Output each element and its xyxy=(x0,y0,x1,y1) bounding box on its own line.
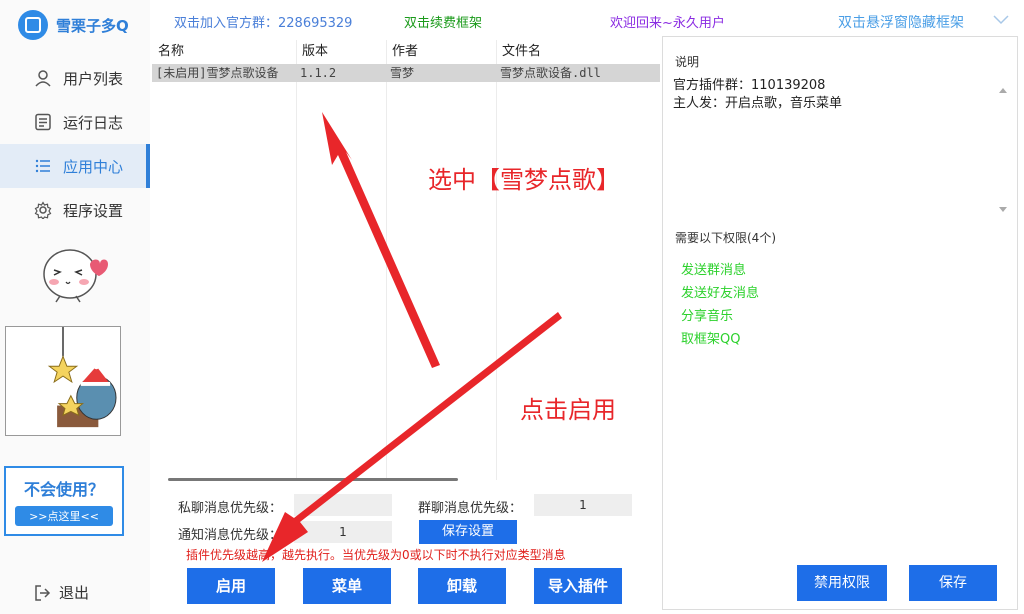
column-divider xyxy=(296,40,297,480)
help-title: 不会使用？ xyxy=(23,480,104,499)
sidebar-item-label: 运行日志 xyxy=(63,113,124,132)
sidebar-nav: 用户列表 运行日志 应用中心 程序设置 xyxy=(0,56,150,232)
group-priority-label: 群聊消息优先级： xyxy=(418,501,523,516)
sticker-scene-image xyxy=(5,326,121,436)
priority-warning: 插件优先级越高，越先执行。当优先级为0或以下时不执行对应类型消息 xyxy=(186,548,566,562)
sidebar-item-label: 程序设置 xyxy=(63,201,124,220)
column-divider xyxy=(386,40,387,480)
notify-priority-input[interactable]: 1 xyxy=(294,521,392,543)
cell-author: 雪梦 xyxy=(390,66,415,80)
permission-item[interactable]: 分享音乐 xyxy=(681,305,759,328)
list-icon xyxy=(33,156,53,176)
annotation-click-text: 点击启用 xyxy=(520,396,616,424)
column-header-version[interactable]: 版本 xyxy=(296,40,386,64)
sidebar-item-user-list[interactable]: 用户列表 xyxy=(0,56,150,100)
sidebar: 雪栗子多Q 用户列表 运行日志 应用中心 程序设置 不会使用？ >>点这里<< … xyxy=(0,0,150,614)
app-name: 雪栗子多Q xyxy=(56,16,129,35)
hide-frame-link[interactable]: 双击悬浮窗隐藏框架 xyxy=(838,12,964,32)
help-link-button[interactable]: >>点这里<< xyxy=(15,506,113,526)
permission-item[interactable]: 发送群消息 xyxy=(681,259,759,282)
uninstall-button[interactable]: 卸载 xyxy=(418,568,506,604)
logout-label: 退出 xyxy=(59,584,90,602)
permission-title: 需要以下权限(4个) xyxy=(675,231,776,245)
column-header-name[interactable]: 名称 xyxy=(152,40,296,64)
save-settings-button[interactable]: 保存设置 xyxy=(419,520,517,544)
gear-icon xyxy=(33,200,53,220)
cell-file: 雪梦点歌设备.dll xyxy=(500,66,601,80)
welcome-text: 欢迎回来~永久用户 xyxy=(610,16,725,31)
join-group-number: 228695329 xyxy=(278,16,353,31)
help-card[interactable]: 不会使用？ >>点这里<< xyxy=(4,466,124,536)
save-button[interactable]: 保存 xyxy=(909,565,997,601)
description-title: 说明 xyxy=(675,55,700,69)
user-icon xyxy=(33,68,53,88)
sidebar-item-program-settings[interactable]: 程序设置 xyxy=(0,188,150,232)
sidebar-item-app-center[interactable]: 应用中心 xyxy=(0,144,150,188)
permission-list: 发送群消息 发送好友消息 分享音乐 取框架QQ xyxy=(681,259,759,351)
log-icon xyxy=(33,112,53,132)
group-priority-input[interactable]: 1 xyxy=(534,494,632,516)
plugin-detail-panel: 说明 官方插件群：110139208 主人发：开启点歌，音乐菜单 需要以下权限(… xyxy=(662,36,1018,610)
brand: 雪栗子多Q xyxy=(18,10,129,40)
join-group-label: 双击加入官方群： xyxy=(174,16,279,31)
sidebar-item-label: 用户列表 xyxy=(63,69,124,88)
disable-permission-button[interactable]: 禁用权限 xyxy=(797,565,887,601)
sidebar-item-run-log[interactable]: 运行日志 xyxy=(0,100,150,144)
renew-link[interactable]: 双击续费框架 xyxy=(404,12,482,31)
app-logo-icon xyxy=(18,10,48,40)
permission-item[interactable]: 发送好友消息 xyxy=(681,282,759,305)
sticker-face-image xyxy=(43,249,108,303)
logout-button[interactable]: 退出 xyxy=(33,582,89,603)
annotation-select-text: 选中【雪梦点歌】 xyxy=(428,166,620,194)
private-priority-input[interactable] xyxy=(294,494,392,516)
horizontal-scrollbar[interactable] xyxy=(168,478,458,481)
description-box: 官方插件群：110139208 主人发：开启点歌，音乐菜单 xyxy=(673,77,1013,247)
cell-name: [未启用]雪梦点歌设备 xyxy=(156,66,279,80)
description-line: 主人发：开启点歌，音乐菜单 xyxy=(673,96,843,111)
chevron-down-icon[interactable] xyxy=(992,10,1010,28)
private-priority-label: 私聊消息优先级： xyxy=(178,501,283,516)
permission-item[interactable]: 取框架QQ xyxy=(681,328,759,351)
menu-button[interactable]: 菜单 xyxy=(303,568,391,604)
join-group-link[interactable]: 双击加入官方群：228695329 xyxy=(174,12,352,31)
notify-priority-label: 通知消息优先级： xyxy=(178,528,283,543)
description-line: 官方插件群：110139208 xyxy=(673,78,826,93)
column-header-author[interactable]: 作者 xyxy=(386,40,496,64)
cell-version: 1.1.2 xyxy=(300,66,337,80)
vertical-scrollbar[interactable] xyxy=(997,85,1009,215)
column-divider xyxy=(496,40,497,480)
logout-icon xyxy=(35,584,51,601)
sidebar-item-label: 应用中心 xyxy=(63,157,124,176)
top-bar: 双击加入官方群：228695329 双击续费框架 欢迎回来~永久用户 双击悬浮窗… xyxy=(150,0,1024,38)
import-plugin-button[interactable]: 导入插件 xyxy=(534,568,622,604)
column-header-file[interactable]: 文件名 xyxy=(496,40,660,64)
table-header: 名称 版本 作者 文件名 xyxy=(152,40,660,64)
enable-button[interactable]: 启用 xyxy=(187,568,275,604)
table-row[interactable]: [未启用]雪梦点歌设备 1.1.2 雪梦 雪梦点歌设备.dll xyxy=(152,64,660,82)
